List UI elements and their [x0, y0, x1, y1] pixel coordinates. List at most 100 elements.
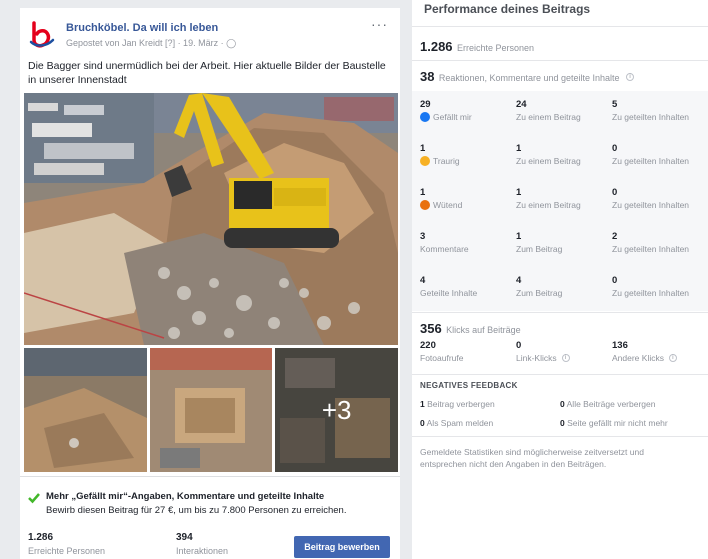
cell-label: Zu geteilten Inhalten	[612, 156, 690, 166]
cell-label: Zu geteilten Inhalten	[612, 244, 690, 254]
cell-label-row: Traurig	[420, 156, 460, 166]
cell-label: Zum Beitrag	[516, 288, 563, 298]
cell-value: 1	[420, 143, 426, 154]
clicks-link: 0 Link-Klicks i	[516, 340, 570, 363]
reaction-cell-comments-1: 3 Kommentare	[420, 231, 469, 254]
reaction-cell-sad-3: 0 Zu geteilten Inhalten	[612, 143, 689, 166]
screen: Bruchköbel. Da will ich leben Gepostet v…	[0, 0, 708, 559]
promo-title: Mehr „Gefällt mir“-Angaben, Kommentare u…	[46, 491, 325, 502]
clicks-summary: 356 Klicks auf Beiträge	[420, 320, 521, 338]
divider	[412, 436, 708, 437]
neg-label: Als Spam melden	[426, 418, 494, 428]
info-icon[interactable]: i	[561, 354, 570, 362]
cell-label: Traurig	[433, 156, 460, 166]
photo-thumbnails: +3	[24, 348, 399, 472]
stat-interactions: 394 Interaktionen	[176, 532, 228, 556]
checkmark-icon	[28, 493, 40, 504]
cell-label-row: Geteilte Inhalte	[420, 288, 477, 298]
cell-label: Link-Klicks	[516, 353, 557, 363]
cell-label: Gefällt mir	[433, 112, 472, 122]
reaction-cell-shares-3: 0 Zu geteilten Inhalten	[612, 275, 689, 298]
reaction-cell-shares-2: 4 Zum Beitrag	[516, 275, 562, 298]
more-photos-overlay[interactable]: +3	[275, 348, 399, 472]
clicks-other: 136 Andere Klicks i	[612, 340, 677, 363]
main-photo[interactable]	[24, 93, 398, 345]
stat-interactions-value: 394	[176, 532, 193, 543]
info-icon[interactable]: i	[626, 72, 634, 81]
neg-spam: 0 Als Spam melden	[420, 418, 493, 428]
cell-value: 1	[516, 143, 522, 154]
post-meta-text: Gepostet von Jan Kreidt [?] · 19. März ·	[66, 38, 227, 48]
divider	[412, 374, 708, 375]
cell-label-row: Zu einem Beitrag	[516, 112, 581, 122]
cell-label-row: Zu einem Beitrag	[516, 156, 581, 166]
cell-label-row: Zu geteilten Inhalten	[612, 200, 689, 210]
angry-reaction-icon	[420, 200, 430, 210]
performance-title: Performance deines Beitrags	[424, 2, 591, 16]
stat-reach: 1.286 Erreichte Personen	[28, 532, 105, 556]
reaction-cell-comments-3: 2 Zu geteilten Inhalten	[612, 231, 689, 254]
cell-label-row: Link-Klicks i	[516, 353, 570, 363]
cell-label: Zu geteilten Inhalten	[612, 112, 690, 122]
reaction-cell-like-1: 29 Gefällt mir	[420, 99, 472, 122]
cell-label: Wütend	[433, 200, 463, 210]
cell-value: 2	[612, 231, 618, 242]
reactions-value: 38	[420, 69, 435, 84]
reactions-label: Reaktionen, Kommentare und geteilte Inha…	[438, 73, 620, 83]
reach-label: Erreichte Personen	[457, 43, 535, 53]
stat-reach-label: Erreichte Personen	[28, 546, 106, 556]
cell-label-row: Andere Klicks i	[612, 353, 677, 363]
cell-label: Kommentare	[420, 244, 469, 254]
cell-label-row: Gefällt mir	[420, 112, 472, 122]
reaction-cell-shares-1: 4 Geteilte Inhalte	[420, 275, 477, 298]
neg-unlike: 0 Seite gefällt mir nicht mehr	[560, 418, 668, 428]
page-name-link[interactable]: Bruchköbel. Da will ich leben	[66, 22, 218, 34]
page-logo-icon[interactable]	[28, 20, 56, 48]
info-icon[interactable]: i	[668, 354, 677, 362]
clicks-grid: 220 Fotoaufrufe 0 Link-Klicks i 136 Ander…	[412, 340, 708, 370]
cell-label-row: Zu einem Beitrag	[516, 200, 581, 210]
clicks-label: Klicks auf Beiträge	[446, 325, 521, 335]
cell-label: Zu einem Beitrag	[516, 200, 581, 210]
cell-value: 136	[612, 340, 628, 351]
cell-value: 1	[516, 231, 522, 242]
neg-label: Alle Beiträge verbergen	[566, 399, 656, 409]
negative-feedback-heading: NEGATIVES FEEDBACK	[420, 381, 518, 390]
cell-value: 24	[516, 99, 527, 110]
neg-value: 0	[560, 399, 565, 409]
post-text: Die Bagger sind unermüdlich bei der Arbe…	[28, 60, 386, 86]
stat-reach-value: 1.286	[28, 532, 54, 543]
cell-value: 3	[420, 231, 426, 242]
cell-label-row: Zu geteilten Inhalten	[612, 288, 689, 298]
reaction-cell-comments-2: 1 Zum Beitrag	[516, 231, 562, 254]
neg-value: 1	[420, 399, 425, 409]
thumbnail-2[interactable]	[149, 348, 273, 472]
sad-reaction-icon	[420, 156, 430, 166]
excavator-photo	[24, 93, 398, 345]
cell-label-row: Zum Beitrag	[516, 288, 562, 298]
reaction-cell-like-2: 24 Zu einem Beitrag	[516, 99, 581, 122]
thumbnail-3-more[interactable]: +3	[275, 348, 399, 472]
cell-label-row: Zu geteilten Inhalten	[612, 244, 689, 254]
cell-label-row: Wütend	[420, 200, 462, 210]
cell-value: 29	[420, 99, 431, 110]
thumbnail-1[interactable]	[24, 348, 147, 472]
neg-label: Seite gefällt mir nicht mehr	[567, 418, 668, 428]
reactions-grid: 29 Gefällt mir 24 Zu einem Beitrag 5 Zu getei…	[412, 91, 708, 311]
cell-label-row: Zu geteilten Inhalten	[612, 156, 689, 166]
post-card: Bruchköbel. Da will ich leben Gepostet v…	[20, 8, 400, 559]
neg-label: Beitrag verbergen	[427, 399, 495, 409]
clicks-value: 356	[420, 321, 442, 336]
reach-value: 1.286	[420, 39, 453, 54]
neg-hide-post: 1 Beitrag verbergen	[420, 399, 495, 409]
reaction-cell-sad-1: 1 Traurig	[420, 143, 460, 166]
boost-post-button[interactable]: Beitrag bewerben	[294, 536, 390, 558]
cell-value: 0	[612, 187, 618, 198]
promo-section: Mehr „Gefällt mir“-Angaben, Kommentare u…	[20, 476, 400, 516]
cell-label: Geteilte Inhalte	[420, 288, 478, 298]
more-options-button[interactable]: ···	[371, 16, 388, 32]
cell-label-row: Zum Beitrag	[516, 244, 562, 254]
reactions-summary: 38 Reaktionen, Kommentare und geteilte I…	[420, 68, 634, 86]
cell-value: 1	[420, 187, 426, 198]
post-bottom-stats: 1.286 Erreichte Personen 394 Interaktion…	[28, 528, 400, 559]
